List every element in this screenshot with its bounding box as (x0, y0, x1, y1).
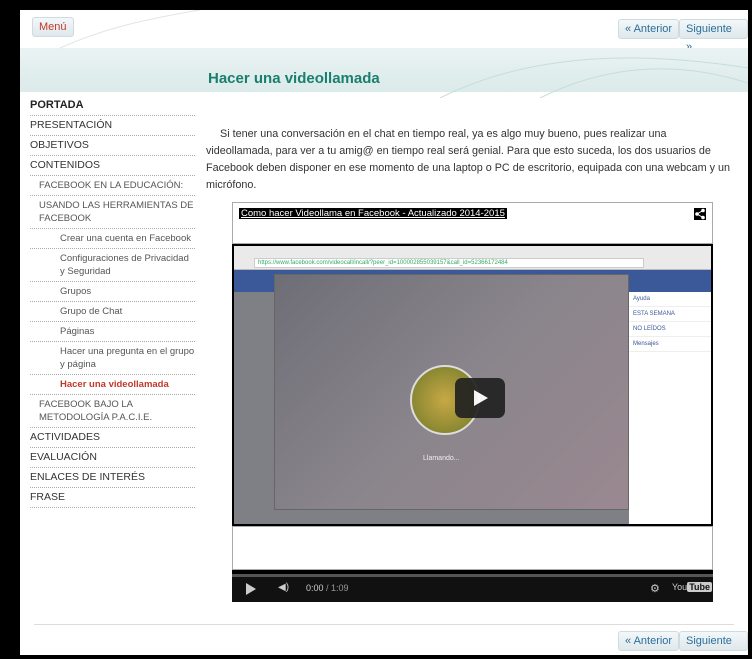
header-decoration (439, 57, 748, 98)
sidebar-item-enlaces[interactable]: ENLACES DE INTERÉS (30, 468, 195, 488)
header-band (20, 48, 748, 98)
play-icon (474, 390, 488, 406)
volume-icon[interactable]: ◀) (278, 582, 289, 593)
gear-icon[interactable]: ⚙ (650, 582, 660, 595)
embedded-video-player[interactable]: Como hacer Videollama en Facebook - Actu… (232, 202, 713, 602)
previous-button-bottom[interactable]: « Anterior (618, 631, 680, 651)
sidebar-item-frase[interactable]: FRASE (30, 488, 195, 508)
sidebar-navigation: PORTADA PRESENTACIÓN OBJETIVOS CONTENIDO… (30, 96, 195, 508)
video-title-bar: Como hacer Videollama en Facebook - Actu… (232, 202, 713, 244)
calling-status: Llamando... (423, 455, 460, 462)
sidebar-item-paginas[interactable]: Páginas (30, 322, 195, 342)
sidebar-item-pacie[interactable]: FACEBOOK BAJO LA METODOLOGÍA P.A.C.I.E. (30, 395, 195, 428)
intro-paragraph: Si tener una conversación en el chat en … (206, 128, 730, 191)
page-frame: Menú « Anterior Siguiente » Hacer una vi… (20, 10, 748, 655)
sidebar-item-crear-cuenta[interactable]: Crear una cuenta en Facebook (30, 229, 195, 249)
sidebar-item-actividades[interactable]: ACTIVIDADES (30, 428, 195, 448)
panel-line: ESTA SEMANA (629, 307, 711, 322)
play-button[interactable] (455, 378, 505, 418)
sidebar-item-portada[interactable]: PORTADA (30, 96, 195, 116)
video-call-overlay: Llamando... (274, 274, 629, 510)
play-icon[interactable] (246, 583, 256, 595)
topbar-decoration (59, 10, 201, 49)
video-facebook-sidepanel: Ayuda ESTA SEMANA NO LEÍDOS Mensajes (629, 292, 711, 524)
sidebar-item-contenidos[interactable]: CONTENIDOS (30, 156, 195, 176)
youtube-logo[interactable]: You Tube (672, 582, 713, 592)
previous-button[interactable]: « Anterior (618, 19, 680, 39)
video-frame[interactable]: https://www.facebook.com/videocall/incal… (234, 246, 711, 524)
sidebar-item-herramientas[interactable]: USANDO LAS HERRAMIENTAS DE FACEBOOK (30, 196, 195, 229)
sidebar-item-presentacion[interactable]: PRESENTACIÓN (30, 116, 195, 136)
sidebar-item-objetivos[interactable]: OBJETIVOS (30, 136, 195, 156)
video-browser-url: https://www.facebook.com/videocall/incal… (254, 258, 644, 268)
sidebar-item-grupo-chat[interactable]: Grupo de Chat (30, 302, 195, 322)
duration: / 1:09 (326, 583, 349, 593)
youtube-logo-tube: Tube (687, 582, 713, 592)
sidebar-item-videollamada[interactable]: Hacer una videollamada (30, 375, 195, 395)
video-white-strip (232, 526, 713, 570)
video-controls: ◀) 0:00 / 1:09 ⚙ You Tube (232, 574, 713, 602)
panel-line: Ayuda (629, 292, 711, 307)
next-button[interactable]: Siguiente » (679, 19, 748, 53)
current-time: 0:00 (306, 583, 324, 593)
sidebar-item-grupos[interactable]: Grupos (30, 282, 195, 302)
bottom-divider (34, 624, 734, 625)
share-icon[interactable] (694, 208, 706, 220)
sidebar-item-evaluacion[interactable]: EVALUACIÓN (30, 448, 195, 468)
next-button-bottom[interactable]: Siguiente » (679, 631, 748, 655)
video-time: 0:00 / 1:09 (306, 583, 349, 593)
sidebar-item-privacidad[interactable]: Configuraciones de Privacidad y Segurida… (30, 249, 195, 282)
panel-line: Mensajes (629, 337, 711, 352)
video-progress-bar[interactable] (232, 574, 713, 577)
page-title: Hacer una videollamada (208, 70, 380, 87)
sidebar-item-pregunta[interactable]: Hacer una pregunta en el grupo y página (30, 342, 195, 375)
panel-line: NO LEÍDOS (629, 322, 711, 337)
sidebar-item-facebook-educacion[interactable]: FACEBOOK EN LA EDUCACIÓN: (30, 176, 195, 196)
video-title-link[interactable]: Como hacer Videollama en Facebook - Actu… (239, 208, 507, 219)
youtube-logo-you: You (672, 582, 688, 592)
video-browser-chrome: https://www.facebook.com/videocall/incal… (234, 246, 711, 270)
